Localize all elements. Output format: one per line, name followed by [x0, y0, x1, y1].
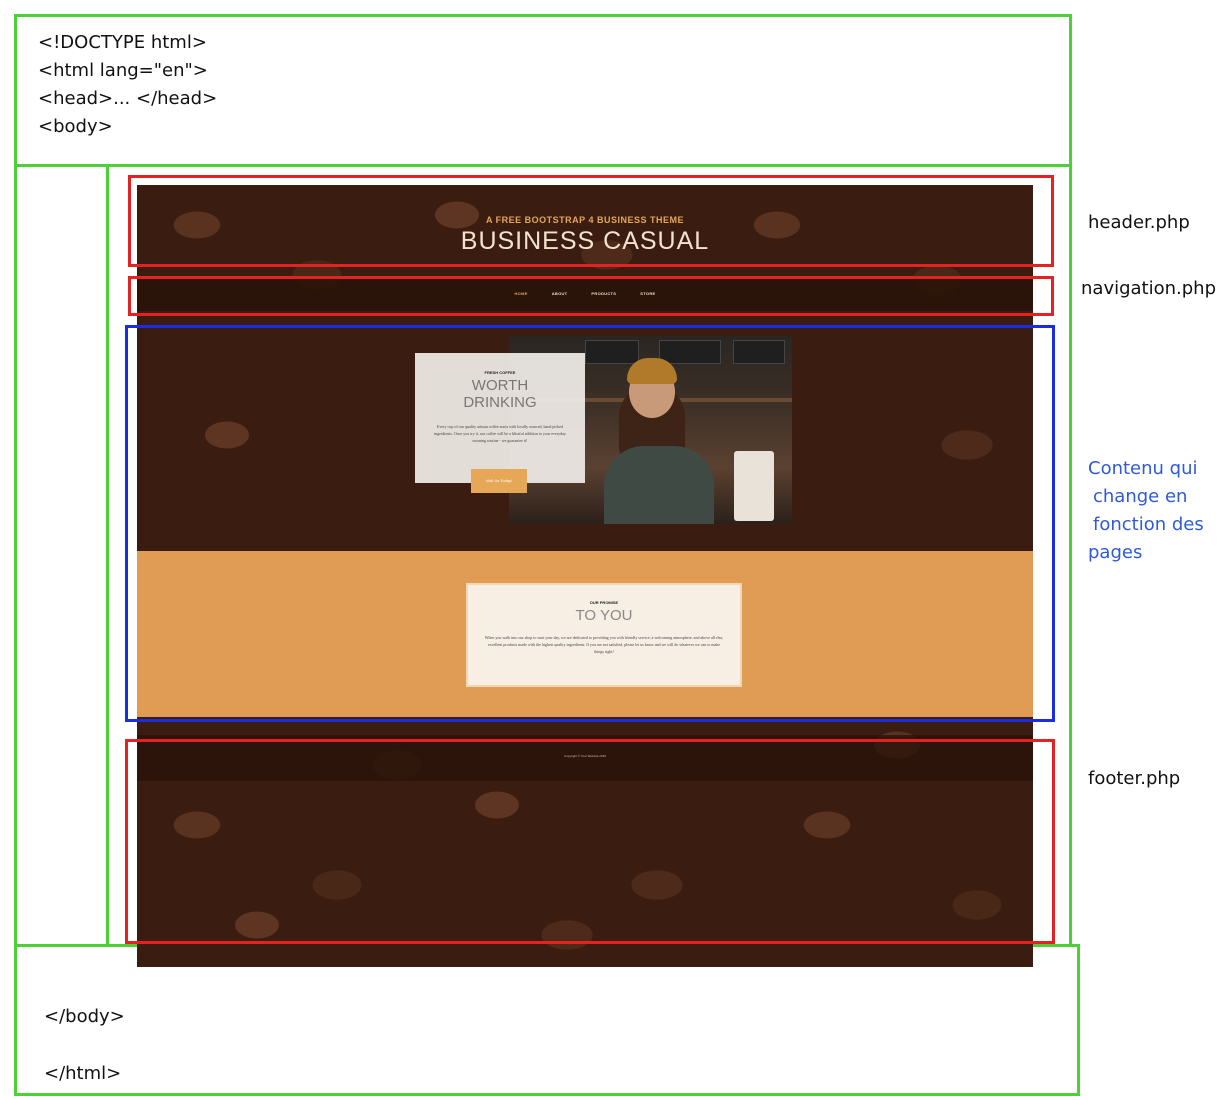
label-footer-php: footer.php	[1088, 768, 1181, 789]
label-content-line3: fonction des	[1093, 514, 1204, 535]
code-html-close: </html>	[44, 1063, 122, 1084]
html-left-line	[14, 14, 17, 1096]
label-content-line2: change en	[1093, 486, 1188, 507]
code-doctype: <!DOCTYPE html>	[38, 32, 207, 53]
label-content-line1: Contenu qui	[1088, 458, 1198, 479]
code-html-open: <html lang="en">	[38, 60, 208, 81]
header-region-box	[128, 175, 1054, 267]
footer-region-box	[125, 739, 1055, 944]
label-dynamic-content: Contenu qui change en fonction des pages	[1088, 455, 1204, 567]
label-navigation-php: navigation.php	[1081, 278, 1217, 299]
label-content-line4: pages	[1088, 542, 1143, 563]
code-body-open: <body>	[38, 116, 113, 137]
label-header-php: header.php	[1088, 212, 1190, 233]
content-region-box	[125, 325, 1055, 722]
code-body-close: </body>	[44, 1006, 125, 1027]
navigation-region-box	[128, 276, 1054, 316]
code-top: <!DOCTYPE html> <html lang="en"> <head>.…	[38, 29, 217, 141]
code-head: <head>... </head>	[38, 88, 218, 109]
